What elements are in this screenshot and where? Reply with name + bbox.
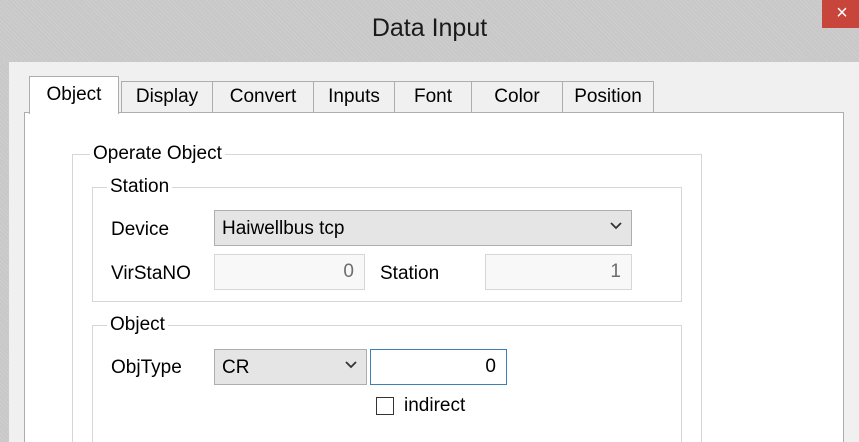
indirect-checkbox[interactable] — [376, 397, 394, 415]
objtype-label: ObjType — [111, 357, 182, 378]
chevron-down-icon — [610, 222, 622, 230]
device-select-value: Haiwellbus tcp — [222, 218, 345, 239]
window-frame-left — [0, 62, 9, 442]
station-legend: Station — [107, 176, 173, 198]
object-legend: Object — [107, 314, 168, 336]
dialog-client-area: Object Display Convert Inputs Font Color… — [9, 62, 859, 442]
chevron-down-icon — [345, 361, 357, 369]
tab-position[interactable]: Position — [562, 81, 654, 113]
window-title: Data Input — [371, 14, 488, 42]
station-input[interactable]: 1 — [485, 254, 632, 290]
objtype-select[interactable]: CR — [214, 349, 367, 385]
close-icon: × — [836, 2, 848, 24]
tab-color[interactable]: Color — [471, 81, 563, 113]
tab-inputs[interactable]: Inputs — [313, 81, 395, 113]
indirect-label: indirect — [404, 395, 466, 416]
device-select[interactable]: Haiwellbus tcp — [214, 210, 632, 246]
data-input-window: Data Input × Object Display Convert Inpu… — [0, 0, 859, 442]
objtype-select-value: CR — [222, 357, 250, 378]
object-tab-panel: Operate Object Station Device Haiwellbus… — [24, 112, 844, 442]
operate-object-legend: Operate Object — [90, 143, 225, 165]
tab-display[interactable]: Display — [121, 81, 213, 113]
close-button[interactable]: × — [822, 0, 859, 28]
device-label: Device — [111, 219, 170, 240]
station-label: Station — [380, 263, 440, 284]
tab-font[interactable]: Font — [394, 81, 472, 113]
virstano-input[interactable]: 0 — [214, 254, 365, 290]
tab-object[interactable]: Object — [29, 76, 119, 114]
tab-convert[interactable]: Convert — [212, 81, 314, 113]
virstano-label: VirStaNO — [111, 263, 191, 284]
title-bar[interactable]: Data Input — [0, 0, 859, 62]
object-address-input[interactable]: 0 — [370, 349, 507, 385]
